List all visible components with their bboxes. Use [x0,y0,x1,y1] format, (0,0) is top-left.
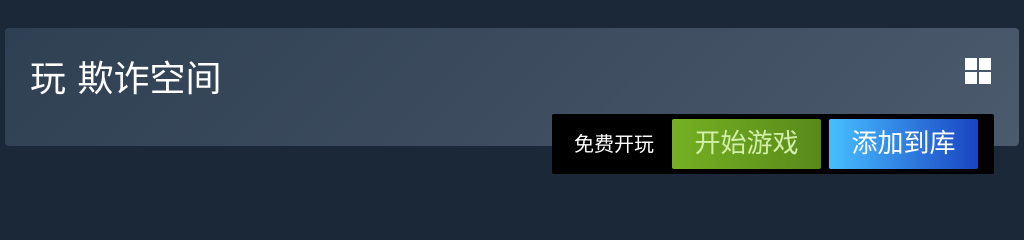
windows-icon-pane-top-left [965,58,977,70]
play-game-button[interactable]: 开始游戏 [672,119,821,169]
game-title: 玩 欺诈空间 [30,59,222,100]
windows-icon-pane-bottom-right [979,72,991,84]
store-purchase-area: 玩 欺诈空间 免费开玩 开始游戏 添加到库 [0,0,1024,240]
windows-icon-pane-bottom-left [965,72,977,84]
price-label: 免费开玩 [574,132,654,156]
add-to-library-button[interactable]: 添加到库 [829,119,978,169]
windows-icon [965,58,991,84]
windows-icon-pane-top-right [979,58,991,70]
purchase-action-bar: 免费开玩 开始游戏 添加到库 [552,114,994,174]
